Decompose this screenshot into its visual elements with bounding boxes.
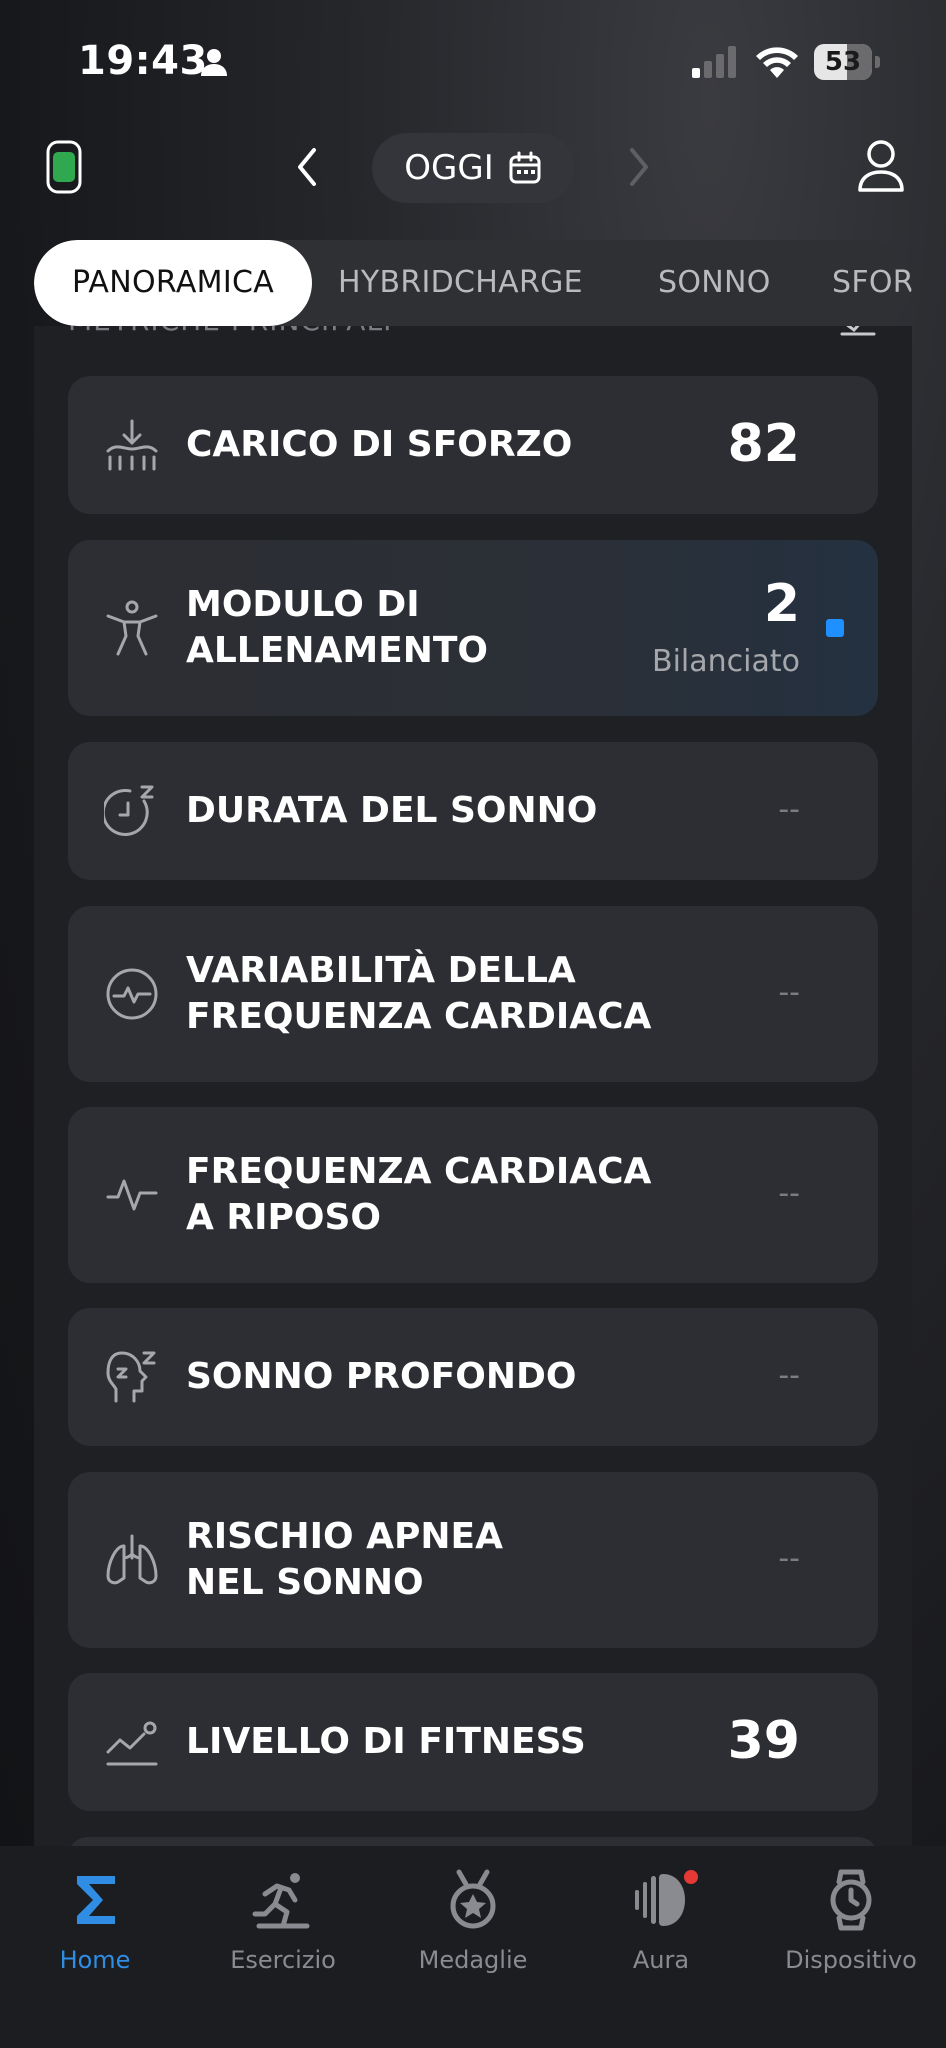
status-indicator	[826, 619, 844, 637]
deep-sleep-head-icon	[106, 1351, 156, 1403]
battery-level: 53	[824, 47, 862, 77]
training-figure-icon	[106, 600, 158, 656]
metric-label: DURATA DEL SONNO	[186, 790, 598, 831]
fitness-trend-icon	[106, 1721, 158, 1766]
tab-sforzo[interactable]: SFOR	[832, 240, 912, 326]
metric-sublabel: Bilanciato	[652, 644, 800, 679]
nav-esercizio[interactable]: Esercizio	[188, 1868, 378, 1988]
metric-value: 2	[763, 574, 800, 634]
metric-label: MODULO DI ALLENAMENTO	[186, 584, 489, 671]
bottom-tab-bar: Home Esercizio Medaglie Aura Dispositivo	[0, 1846, 946, 2048]
metric-value: 39	[727, 1711, 800, 1771]
tab-sonno[interactable]: SONNO	[658, 240, 771, 326]
lungs-icon	[106, 1534, 158, 1585]
metric-label: RISCHIO APNEA NEL SONNO	[186, 1516, 503, 1603]
metric-value: --	[778, 1176, 800, 1211]
sigma-home-icon	[77, 1876, 115, 1924]
next-day-button[interactable]	[616, 140, 660, 194]
metric-card-carico-sforzo[interactable]: CARICO DI SFORZO 82	[68, 376, 878, 514]
metric-card-apnea[interactable]: RISCHIO APNEA NEL SONNO --	[68, 1472, 878, 1648]
status-time: 19:43	[78, 38, 208, 84]
profile-icon[interactable]	[856, 138, 906, 194]
person-icon	[201, 49, 227, 76]
status-bar: 19:43 53	[0, 0, 946, 120]
nav-label: Medaglie	[418, 1946, 528, 1974]
watch-device-icon	[830, 1869, 872, 1931]
metric-label: FREQUENZA CARDIACA A RIPOSO	[186, 1151, 652, 1238]
hrv-pulse-icon	[106, 968, 158, 1020]
metric-card-hrv[interactable]: VARIABILITÀ DELLA FREQUENZA CARDIACA --	[68, 906, 878, 1082]
section-tabs: PANORAMICA HYBRIDCHARGE SONNO SFOR	[34, 240, 912, 326]
metric-value: --	[778, 792, 800, 827]
date-selector[interactable]: OGGI	[372, 133, 574, 203]
nav-home[interactable]: Home	[0, 1868, 190, 1988]
date-label: OGGI	[404, 148, 494, 188]
metric-card-modulo-allenamento[interactable]: MODULO DI ALLENAMENTO 2 Bilanciato	[68, 540, 878, 716]
load-arrow-icon	[106, 419, 158, 471]
runner-icon	[252, 1873, 310, 1929]
app-screen: 19:43 53 OGGI METRICHE PRINCIPALI PANORA…	[0, 0, 946, 2048]
battery-indicator: 53	[814, 44, 880, 80]
tab-hybridcharge[interactable]: HYBRIDCHARGE	[338, 240, 583, 326]
metric-label: LIVELLO DI FITNESS	[186, 1721, 586, 1762]
nav-label: Dispositivo	[785, 1946, 917, 1974]
metric-card-sonno-profondo[interactable]: SONNO PROFONDO --	[68, 1308, 878, 1446]
tab-panoramica[interactable]: PANORAMICA	[34, 240, 312, 326]
metric-card-durata-sonno[interactable]: DURATA DEL SONNO --	[68, 742, 878, 880]
connected-watch-icon[interactable]	[42, 140, 86, 194]
nav-dispositivo[interactable]: Dispositivo	[756, 1868, 946, 1988]
nav-aura[interactable]: Aura	[566, 1868, 756, 1988]
nav-label: Home	[59, 1946, 131, 1974]
cellular-signal-icon	[692, 46, 736, 78]
notification-badge	[684, 1870, 698, 1884]
metric-label: SONNO PROFONDO	[186, 1356, 577, 1397]
calendar-icon	[509, 151, 541, 184]
sleep-clock-icon	[104, 785, 154, 836]
nav-label: Aura	[632, 1946, 690, 1974]
metric-value: --	[778, 1358, 800, 1393]
metric-value: --	[778, 975, 800, 1010]
resting-heart-icon	[106, 1179, 158, 1211]
metric-value: --	[778, 1541, 800, 1576]
metric-card-resting-hr[interactable]: FREQUENZA CARDIACA A RIPOSO --	[68, 1107, 878, 1283]
previous-day-button[interactable]	[286, 140, 330, 194]
medal-icon	[450, 1869, 496, 1929]
metric-label: VARIABILITÀ DELLA FREQUENZA CARDIACA	[186, 950, 652, 1037]
nav-label: Esercizio	[230, 1946, 336, 1974]
wifi-icon	[756, 47, 798, 78]
metric-card-fitness[interactable]: LIVELLO DI FITNESS 39	[68, 1673, 878, 1811]
nav-medaglie[interactable]: Medaglie	[378, 1868, 568, 1988]
metric-label: CARICO DI SFORZO	[186, 424, 573, 465]
metric-value: 82	[727, 414, 800, 474]
